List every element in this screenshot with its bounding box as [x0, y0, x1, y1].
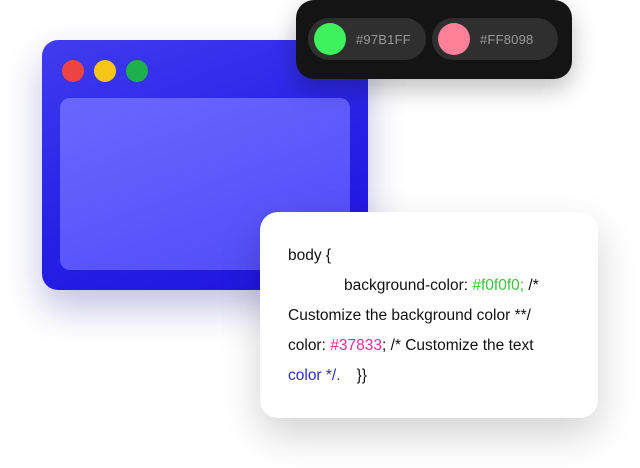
- code-snippet-card: body { background-color: #f0f0f0; /* Cus…: [260, 212, 598, 418]
- illustration-stage: #97B1FF #FF8098 body { background-color:…: [0, 0, 640, 468]
- color-swatch-label: #97B1FF: [356, 31, 411, 47]
- code-line: color */.}}: [288, 366, 367, 386]
- minimize-dot-icon[interactable]: [94, 60, 116, 82]
- color-swatch-chip[interactable]: #FF8098: [432, 18, 558, 60]
- color-swatch-circle-icon: [314, 23, 346, 55]
- code-line: color: #37833; /* Customize the text: [288, 336, 534, 356]
- color-swatch-chip[interactable]: #97B1FF: [308, 18, 426, 60]
- color-swatch-label: #FF8098: [480, 31, 534, 47]
- code-line: background-color: #f0f0f0; /*: [344, 276, 539, 296]
- code-line: body {: [288, 246, 331, 266]
- code-selector: body {: [288, 247, 332, 264]
- code-value: #37833: [330, 337, 382, 354]
- code-property: background-color:: [344, 277, 473, 294]
- color-swatch-circle-icon: [438, 23, 470, 55]
- maximize-dot-icon[interactable]: [126, 60, 148, 82]
- window-controls: [62, 60, 148, 82]
- code-line: Customize the background color **/: [288, 306, 531, 326]
- code-comment: color */.: [288, 367, 341, 384]
- code-property: color:: [288, 337, 331, 354]
- code-comment: /*: [524, 277, 539, 294]
- color-palette-panel: #97B1FF #FF8098: [296, 0, 572, 79]
- code-comment: Customize the background color **/: [288, 307, 531, 324]
- close-dot-icon[interactable]: [62, 60, 84, 82]
- code-closing-brace: }}: [356, 367, 367, 384]
- code-value: #f0f0f0;: [472, 277, 525, 294]
- code-comment: ; /* Customize the text: [381, 337, 534, 354]
